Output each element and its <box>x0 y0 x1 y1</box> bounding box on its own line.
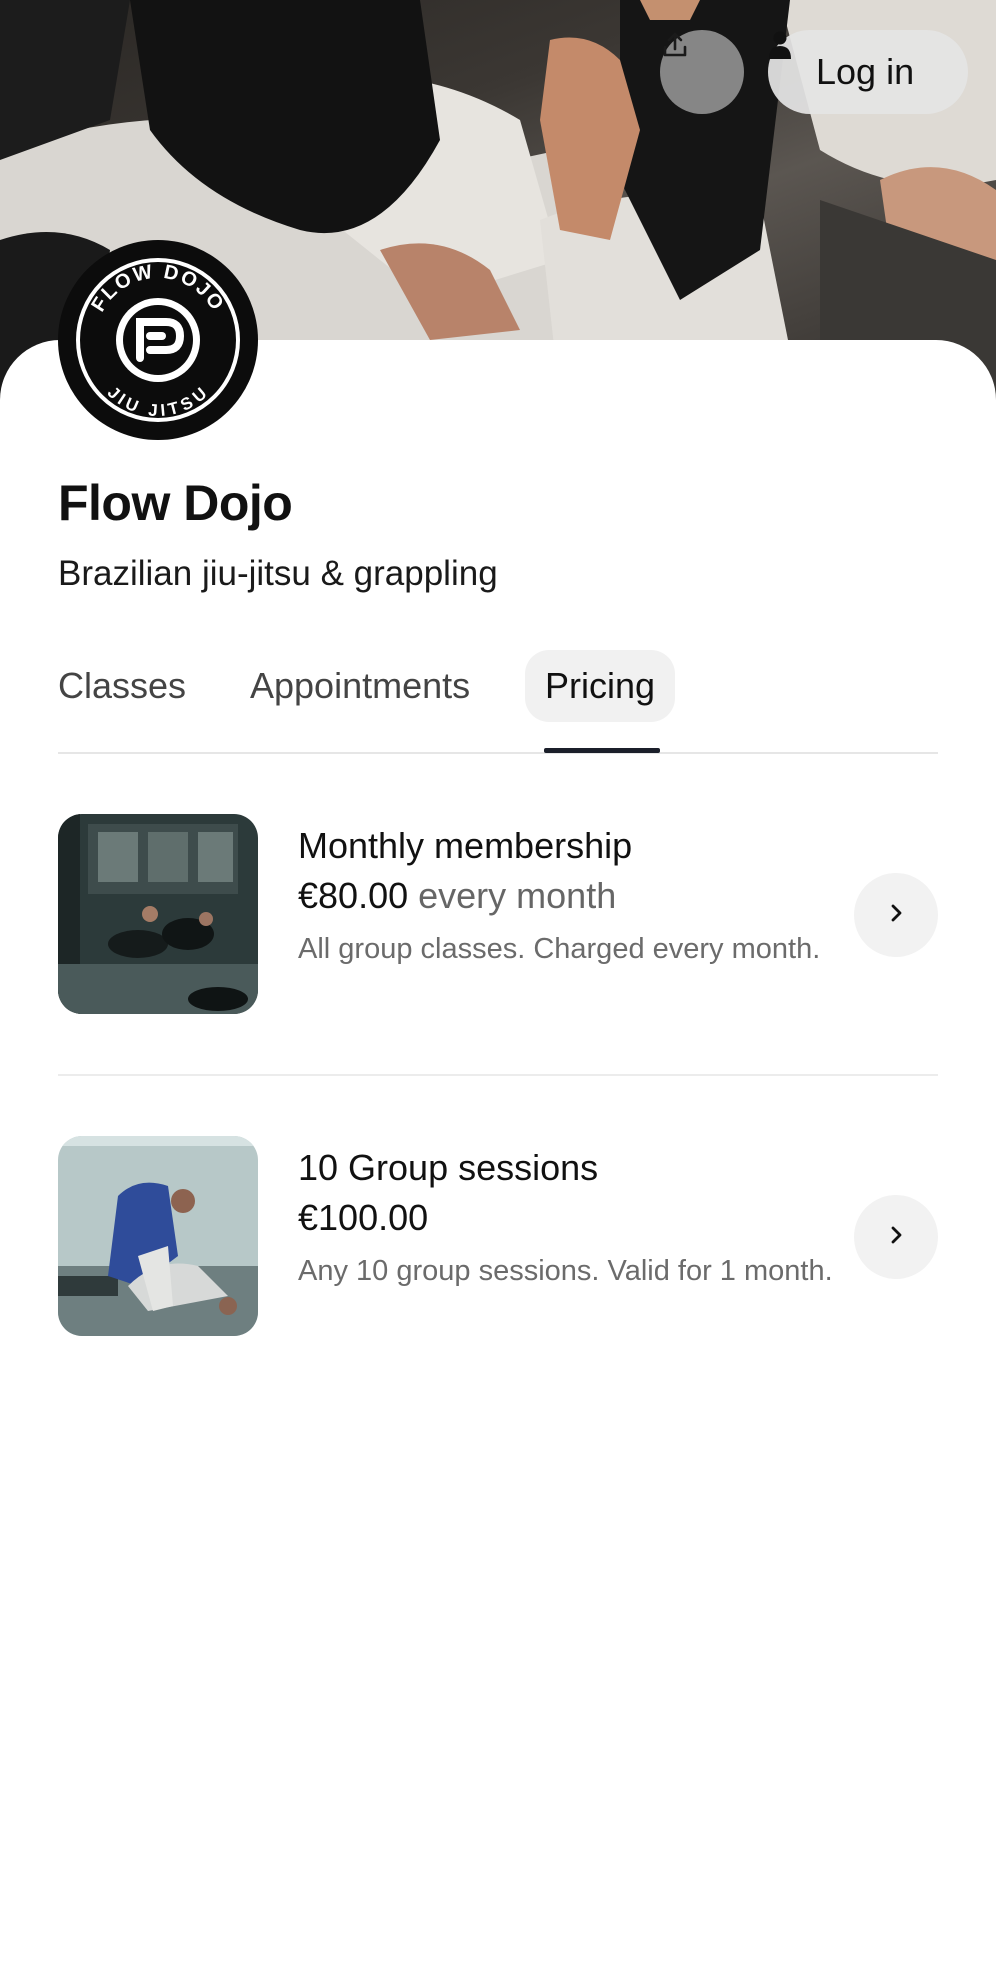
pricing-item-description: All group classes. Charged every month. <box>298 933 821 965</box>
pricing-item[interactable]: Monthly membership €80.00 every month Al… <box>58 814 938 1014</box>
pricing-item-photo <box>58 814 258 1014</box>
tab-classes[interactable]: Classes <box>58 650 186 722</box>
tab-pricing[interactable]: Pricing <box>525 650 676 722</box>
chevron-right-icon <box>884 1223 908 1252</box>
login-label: Log in <box>816 51 915 92</box>
divider <box>58 1074 938 1076</box>
pricing-item-price: €100.00 <box>298 1192 858 1244</box>
tab-appointments[interactable]: Appointments <box>250 650 470 722</box>
business-logo: FLOW DOJO JIU JITSU <box>58 240 258 440</box>
pricing-item-photo <box>58 1136 258 1336</box>
open-item-button[interactable] <box>854 1195 938 1279</box>
price-amount: €80.00 <box>298 875 409 916</box>
open-item-button[interactable] <box>854 873 938 957</box>
price-period: every month <box>418 875 617 916</box>
price-amount: €100.00 <box>298 1197 429 1238</box>
chevron-right-icon <box>884 901 908 930</box>
business-tagline: Brazilian jiu-jitsu & grappling <box>58 554 498 593</box>
business-name: Flow Dojo <box>58 475 293 531</box>
svg-text:JIU JITSU: JIU JITSU <box>104 383 212 421</box>
pricing-item-title: 10 Group sessions <box>298 1147 599 1188</box>
login-button[interactable]: Log in <box>768 30 968 114</box>
pricing-item-price: €80.00 every month <box>298 870 858 922</box>
pricing-item-title: Monthly membership <box>298 825 633 866</box>
tab-bar: Classes Appointments Pricing <box>58 650 938 754</box>
pricing-item[interactable]: 10 Group sessions €100.00 Any 10 group s… <box>58 1136 938 1336</box>
share-button[interactable] <box>660 30 744 114</box>
active-tab-indicator <box>544 748 660 753</box>
pricing-item-description: Any 10 group sessions. Valid for 1 month… <box>298 1255 833 1287</box>
